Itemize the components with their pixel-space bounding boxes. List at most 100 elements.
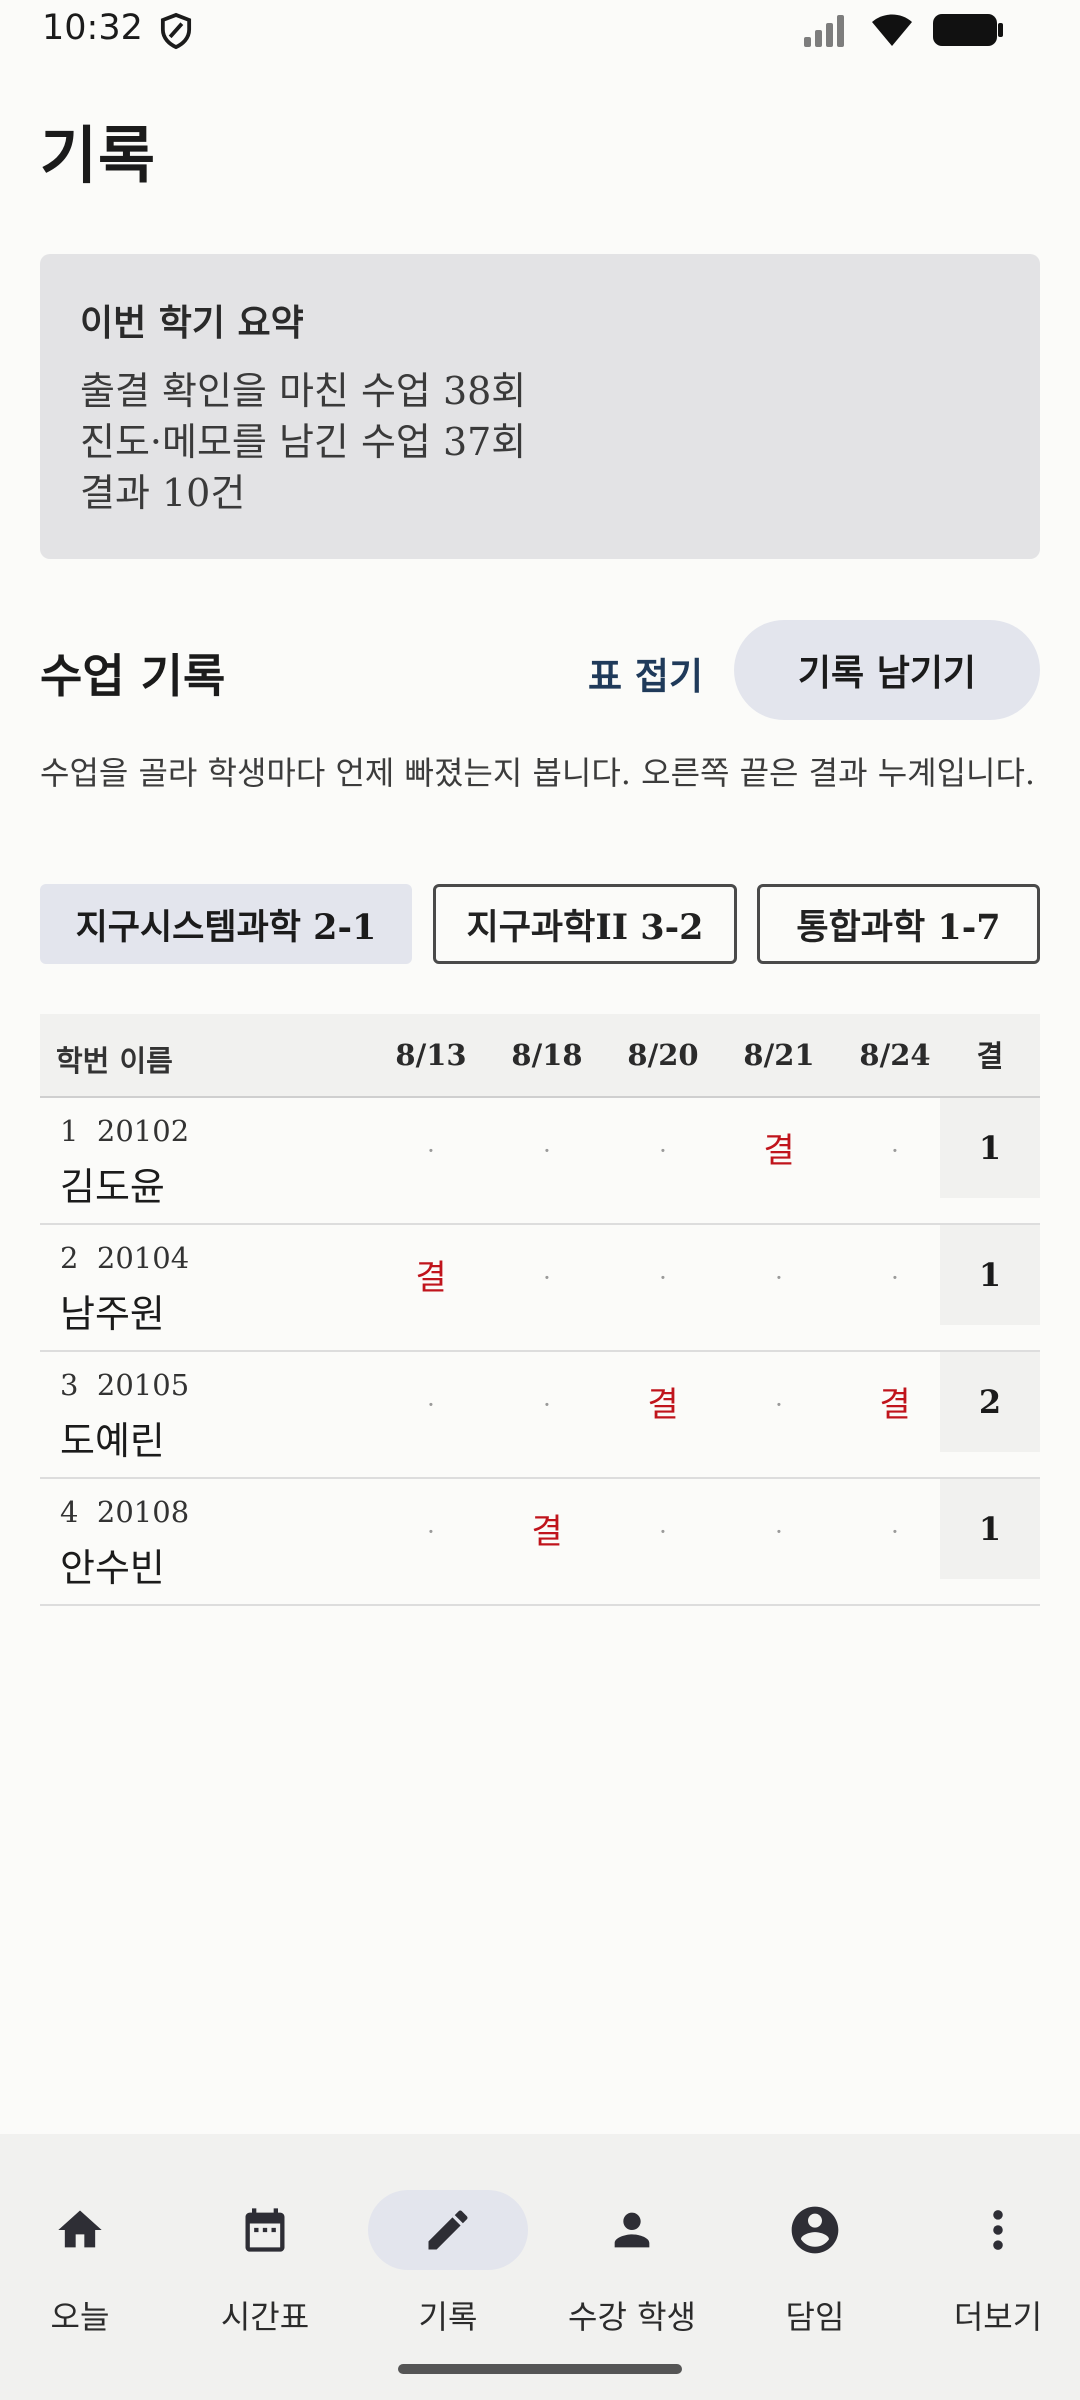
student-name: 안수빈 <box>60 1546 165 1590</box>
present-mark[interactable]: · <box>724 1380 834 1430</box>
table-header: 학번 이름 8/13 8/18 8/20 8/21 8/24 결 <box>40 1014 1040 1098</box>
table-row[interactable]: 3 20105 도예린 · · 결 · 결 2 <box>40 1352 1040 1479</box>
nav-label: 기록 <box>418 2298 478 2336</box>
nav-item-more[interactable]: 더보기 <box>908 2162 1080 2336</box>
summary-line-notes: 진도·메모를 남긴 수업 37회 <box>80 420 527 464</box>
nav-item-timetable[interactable]: 시간표 <box>175 2162 355 2336</box>
row-index: 1 <box>60 1114 79 1148</box>
status-time: 10:32 <box>42 8 143 48</box>
nav-pill-active <box>368 2190 528 2270</box>
absence-mark[interactable]: 결 <box>840 1380 950 1430</box>
present-mark[interactable]: · <box>376 1126 486 1176</box>
class-chip-1[interactable]: 지구시스템과학 2-1 <box>40 884 412 964</box>
nav-label: 더보기 <box>953 2298 1043 2336</box>
row-index: 2 <box>60 1241 79 1275</box>
absence-mark[interactable]: 결 <box>492 1507 602 1557</box>
section-description: 수업을 골라 학생마다 언제 빠졌는지 봅니다. 오른쪽 끝은 결과 누계입니다… <box>40 754 1036 792</box>
present-mark[interactable]: · <box>840 1253 950 1303</box>
present-mark[interactable]: · <box>840 1507 950 1557</box>
section-title: 수업 기록 <box>40 649 226 703</box>
nav-item-today[interactable]: 오늘 <box>0 2162 170 2336</box>
nav-pill <box>735 2190 895 2270</box>
present-mark[interactable]: · <box>608 1253 718 1303</box>
student-id: 20108 <box>96 1495 190 1529</box>
nav-label: 오늘 <box>50 2298 110 2336</box>
present-mark[interactable]: · <box>376 1507 486 1557</box>
shield-icon <box>160 12 192 50</box>
date-header: 8/21 <box>743 1038 815 1072</box>
absence-mark[interactable]: 결 <box>608 1380 718 1430</box>
home-icon <box>58 2210 102 2248</box>
wifi-icon <box>872 14 912 46</box>
nav-item-records[interactable]: 기록 <box>358 2162 538 2336</box>
pencil-icon <box>428 2210 468 2250</box>
present-mark[interactable]: · <box>492 1253 602 1303</box>
nav-label: 담임 <box>785 2298 845 2336</box>
table-row[interactable]: 2 20104 남주원 결 · · · · 1 <box>40 1225 1040 1352</box>
student-name: 남주원 <box>60 1292 165 1336</box>
nav-pill <box>0 2190 160 2270</box>
absence-total: 1 <box>940 1479 1040 1579</box>
student-number: 4 20108 <box>60 1495 189 1529</box>
date-header: 8/20 <box>627 1038 699 1072</box>
student-id: 20102 <box>96 1114 190 1148</box>
class-chip-3[interactable]: 통합과학 1-7 <box>757 884 1040 964</box>
collapse-table-link[interactable]: 표 접기 <box>588 646 703 700</box>
account-circle-icon <box>791 2206 839 2254</box>
header-student-label: 학번 이름 <box>56 1044 173 1078</box>
absence-mark[interactable]: 결 <box>376 1253 486 1303</box>
nav-pill <box>918 2190 1078 2270</box>
nav-label: 수강 학생 <box>568 2298 696 2336</box>
student-name: 김도윤 <box>60 1165 165 1209</box>
nav-pill <box>185 2190 345 2270</box>
present-mark[interactable]: · <box>724 1507 834 1557</box>
student-name: 도예린 <box>60 1419 165 1463</box>
nav-item-homeroom[interactable]: 담임 <box>725 2162 905 2336</box>
home-indicator[interactable] <box>398 2364 682 2374</box>
add-record-button[interactable]: 기록 남기기 <box>734 620 1040 720</box>
signal-icon <box>804 15 844 47</box>
summary-line-absences: 결과 10건 <box>80 471 246 515</box>
absence-total: 1 <box>940 1098 1040 1198</box>
present-mark[interactable]: · <box>376 1380 486 1430</box>
student-number: 2 20104 <box>60 1241 189 1275</box>
nav-label: 시간표 <box>220 2298 310 2336</box>
present-mark[interactable]: · <box>840 1126 950 1176</box>
date-header: 8/18 <box>511 1038 583 1072</box>
summary-heading: 이번 학기 요약 <box>80 302 304 344</box>
table-row[interactable]: 4 20108 안수빈 · 결 · · · 1 <box>40 1479 1040 1606</box>
table-row[interactable]: 1 20102 김도윤 · · · 결 · 1 <box>40 1098 1040 1225</box>
more-vertical-icon <box>993 2210 1003 2250</box>
absence-mark[interactable]: 결 <box>724 1126 834 1176</box>
nav-item-students[interactable]: 수강 학생 <box>542 2162 722 2336</box>
attendance-table: 학번 이름 8/13 8/18 8/20 8/21 8/24 결 1 20102… <box>40 1014 1040 1606</box>
semester-summary-card: 이번 학기 요약 출결 확인을 마친 수업 38회 진도·메모를 남긴 수업 3… <box>40 254 1040 559</box>
student-id: 20105 <box>96 1368 190 1402</box>
absence-total: 2 <box>940 1352 1040 1452</box>
row-index: 4 <box>60 1495 79 1529</box>
present-mark[interactable]: · <box>608 1507 718 1557</box>
nav-pill <box>552 2190 712 2270</box>
present-mark[interactable]: · <box>492 1380 602 1430</box>
class-chip-2[interactable]: 지구과학II 3-2 <box>433 884 737 964</box>
present-mark[interactable]: · <box>608 1126 718 1176</box>
person-icon <box>614 2212 650 2248</box>
status-bar: 10:32 <box>0 0 1080 62</box>
bottom-navigation: 오늘 시간표 기록 수강 학생 담임 더보기 <box>0 2134 1080 2400</box>
date-header: 8/13 <box>395 1038 467 1072</box>
absence-total: 1 <box>940 1225 1040 1325</box>
student-number: 1 20102 <box>60 1114 189 1148</box>
row-index: 3 <box>60 1368 79 1402</box>
date-header: 8/24 <box>859 1038 931 1072</box>
present-mark[interactable]: · <box>492 1126 602 1176</box>
status-indicators <box>802 12 1004 48</box>
page-title: 기록 <box>40 119 157 192</box>
summary-line-checked: 출결 확인을 마친 수업 38회 <box>80 369 527 413</box>
header-total: 결 <box>976 1039 1004 1073</box>
present-mark[interactable]: · <box>724 1253 834 1303</box>
student-number: 3 20105 <box>60 1368 189 1402</box>
